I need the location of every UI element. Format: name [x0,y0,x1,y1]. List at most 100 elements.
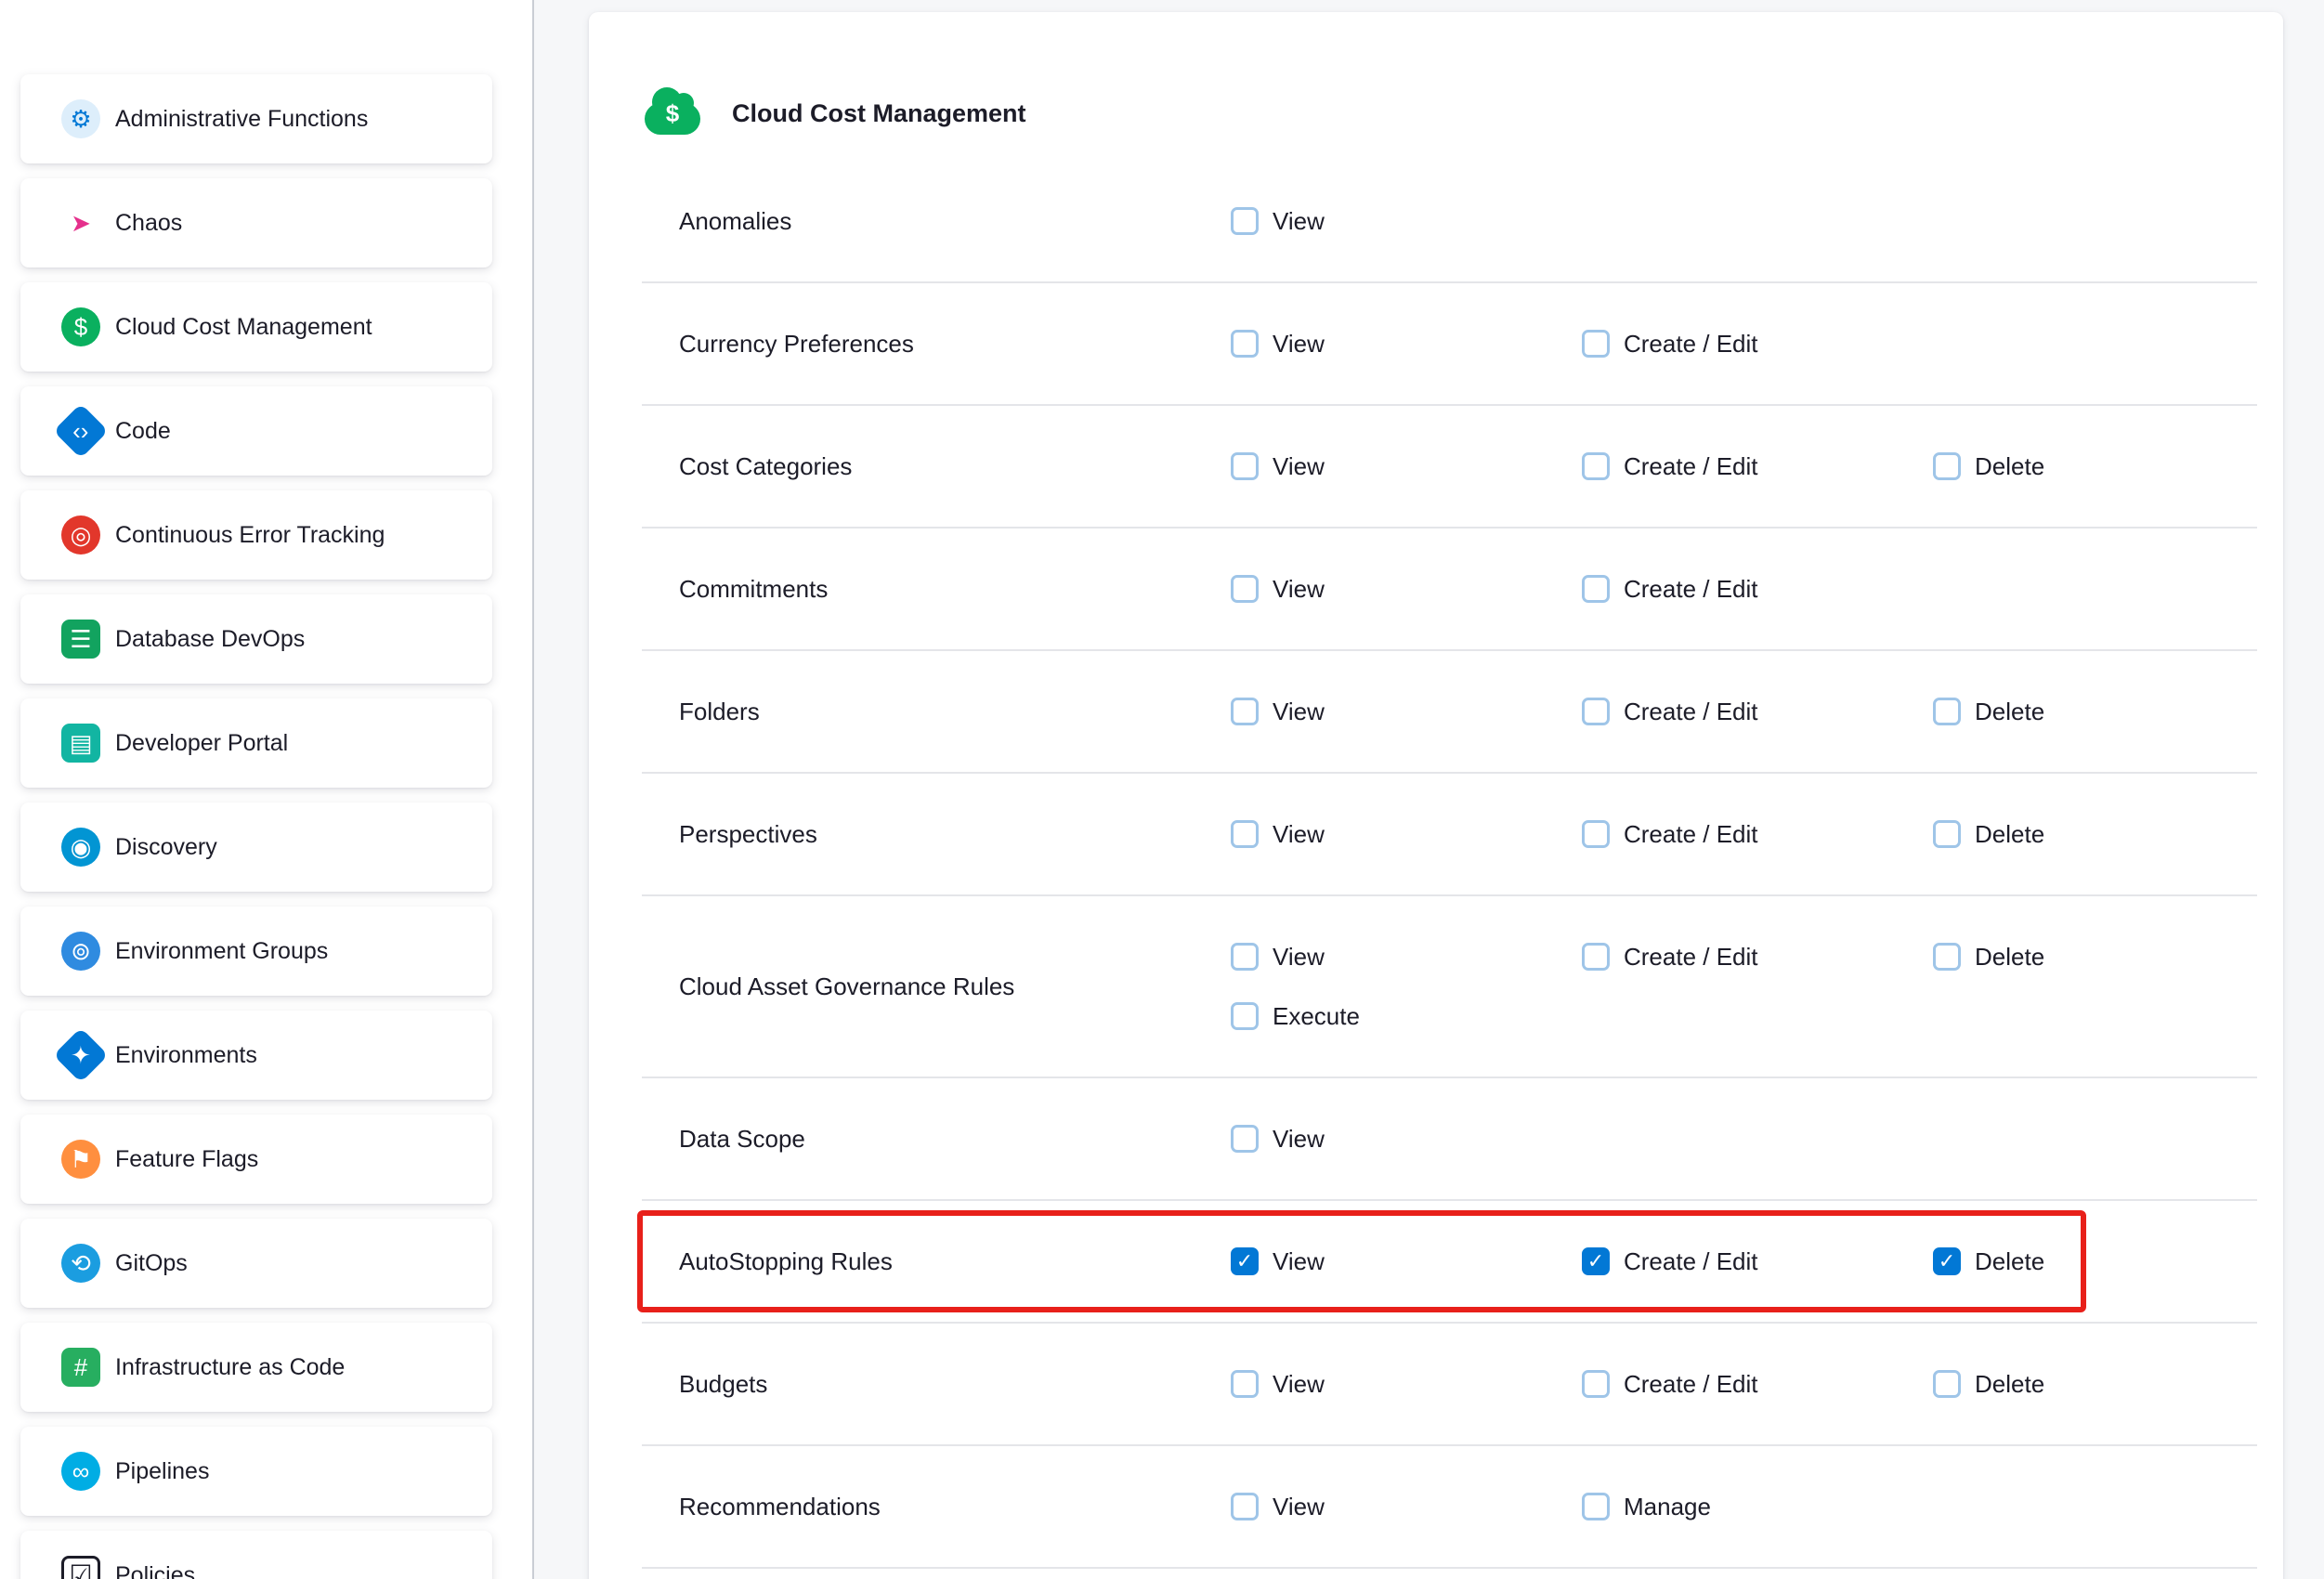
permission-checkbox[interactable] [1933,1370,1961,1398]
permission-row-label: Currency Preferences [642,283,1231,404]
permission-checkbox[interactable] [1582,330,1610,358]
permission-checkbox[interactable] [1231,575,1259,603]
permission-row-label: AutoStopping Rules [642,1201,1231,1322]
permission-row-label: Perspectives [642,774,1231,894]
permission-checkbox[interactable] [1231,1002,1259,1030]
permission-row-cost-categories: Cost Categories View Create / Edit Delet… [642,406,2257,529]
permission-recommendations-view[interactable]: View [1231,1477,1582,1536]
sidebar-item-pipelines[interactable]: ∞ Pipelines [20,1427,492,1516]
permission-cloud-asset-governance-rules-delete[interactable]: Delete [1933,927,2257,986]
permission-currency-preferences-view[interactable]: View [1231,314,1582,373]
sidebar-item-database-devops[interactable]: ☰ Database DevOps [20,594,492,684]
permission-label: View [1273,207,1325,236]
permission-checkbox[interactable] [1582,820,1610,848]
permission-checkbox[interactable] [1933,943,1961,971]
permission-anomalies-view[interactable]: View [1231,191,1582,251]
permission-cost-categories-view[interactable]: View [1231,437,1582,496]
permission-checkbox[interactable] [1231,1125,1259,1153]
sidebar-item-developer-portal[interactable]: ▤ Developer Portal [20,698,492,788]
sidebar-item-cloud-cost-management[interactable]: $ Cloud Cost Management [20,282,492,372]
permission-checkbox-group: View Create / Edit Delete [1231,1324,2257,1444]
sidebar-item-chaos[interactable]: ➤ Chaos [20,178,492,268]
permission-cloud-asset-governance-rules-create-edit[interactable]: Create / Edit [1582,927,1933,986]
chaos-icon: ➤ [61,203,100,242]
permission-recommendations-manage[interactable]: Manage [1582,1477,1933,1536]
permission-checkbox[interactable] [1231,943,1259,971]
permission-checkbox[interactable] [1933,452,1961,480]
sidebar-list: ⚙ Administrative Functions ➤ Chaos $ Clo… [20,74,532,1579]
sidebar-item-gitops[interactable]: ⟲ GitOps [20,1219,492,1308]
permission-checkbox[interactable] [1582,698,1610,725]
permission-label: View [1273,1125,1325,1154]
sidebar-item-discovery[interactable]: ◉ Discovery [20,803,492,892]
permission-checkbox[interactable] [1231,1247,1259,1275]
permission-label: Delete [1975,820,2044,849]
permission-checkbox[interactable] [1582,1247,1610,1275]
sidebar-item-policies[interactable]: ☑ Policies [20,1531,492,1579]
permission-folders-view[interactable]: View [1231,682,1582,741]
permission-commitments-create-edit[interactable]: Create / Edit [1582,559,1933,619]
permission-label: Delete [1975,452,2044,481]
permission-autostopping-rules-view[interactable]: View [1231,1232,1582,1291]
panel-header: $ Cloud Cost Management [589,12,2283,161]
permission-cost-categories-create-edit[interactable]: Create / Edit [1582,437,1933,496]
permission-label: Delete [1975,1247,2044,1276]
permission-checkbox[interactable] [1231,1493,1259,1520]
permission-label: Manage [1624,1493,1711,1521]
feature-flags-icon: ⚑ [61,1140,100,1179]
permission-perspectives-delete[interactable]: Delete [1933,804,2257,864]
permission-perspectives-view[interactable]: View [1231,804,1582,864]
sidebar-item-environments[interactable]: ✦ Environments [20,1011,492,1100]
discovery-icon: ◉ [61,828,100,867]
permission-cloud-asset-governance-rules-execute[interactable]: Execute [1231,986,1582,1046]
permission-autostopping-rules-create-edit[interactable]: Create / Edit [1582,1232,1933,1291]
sidebar-item-continuous-error-tracking[interactable]: ◎ Continuous Error Tracking [20,490,492,580]
permission-checkbox[interactable] [1231,820,1259,848]
permission-cost-categories-delete[interactable]: Delete [1933,437,2257,496]
permission-checkbox[interactable] [1582,1493,1610,1520]
permission-row-autostopping-rules: AutoStopping Rules View Create / Edit De… [642,1201,2257,1324]
permission-label: Delete [1975,1370,2044,1399]
permission-autostopping-rules-delete[interactable]: Delete [1933,1232,2257,1291]
permission-checkbox[interactable] [1231,207,1259,235]
permission-label: Create / Edit [1624,1370,1758,1399]
sidebar-item-label: Chaos [115,210,182,237]
permission-checkbox-group: View Manage [1231,1446,2257,1567]
permission-row-currency-preferences: Currency Preferences View Create / Edit [642,283,2257,406]
permission-row-label: Data Scope [642,1078,1231,1199]
permission-label: Create / Edit [1624,1247,1758,1276]
permission-checkbox[interactable] [1582,1370,1610,1398]
sidebar-item-environment-groups[interactable]: ⊚ Environment Groups [20,907,492,996]
permission-checkbox[interactable] [1231,1370,1259,1398]
permission-checkbox[interactable] [1231,330,1259,358]
permission-folders-delete[interactable]: Delete [1933,682,2257,741]
permission-folders-create-edit[interactable]: Create / Edit [1582,682,1933,741]
permission-checkbox[interactable] [1933,820,1961,848]
gitops-icon: ⟲ [61,1244,100,1283]
permission-data-scope-view[interactable]: View [1231,1109,1582,1168]
permission-currency-preferences-create-edit[interactable]: Create / Edit [1582,314,1933,373]
main-content: $ Cloud Cost Management Anomalies View C… [534,0,2324,1579]
permission-cloud-asset-governance-rules-view[interactable]: View [1231,927,1582,986]
permission-budgets-delete[interactable]: Delete [1933,1354,2257,1414]
sidebar-item-feature-flags[interactable]: ⚑ Feature Flags [20,1115,492,1204]
permission-checkbox-group: View Create / Edit Delete [1231,774,2257,894]
sidebar-item-infrastructure-as-code[interactable]: # Infrastructure as Code [20,1323,492,1412]
permission-checkbox[interactable] [1231,452,1259,480]
permission-checkbox[interactable] [1582,575,1610,603]
permission-commitments-view[interactable]: View [1231,559,1582,619]
sidebar-item-administrative-functions[interactable]: ⚙ Administrative Functions [20,74,492,163]
permission-perspectives-create-edit[interactable]: Create / Edit [1582,804,1933,864]
permission-checkbox[interactable] [1582,452,1610,480]
permission-label: View [1273,1247,1325,1276]
permission-budgets-create-edit[interactable]: Create / Edit [1582,1354,1933,1414]
permission-budgets-view[interactable]: View [1231,1354,1582,1414]
sidebar-item-code[interactable]: ‹› Code [20,386,492,476]
permission-checkbox[interactable] [1933,698,1961,725]
permission-checkbox[interactable] [1231,698,1259,725]
permission-checkbox-group: View [1231,161,2257,281]
permission-row-label: Budgets [642,1324,1231,1444]
permission-checkbox[interactable] [1582,943,1610,971]
permission-row-label: Anomalies [642,161,1231,281]
permission-checkbox[interactable] [1933,1247,1961,1275]
